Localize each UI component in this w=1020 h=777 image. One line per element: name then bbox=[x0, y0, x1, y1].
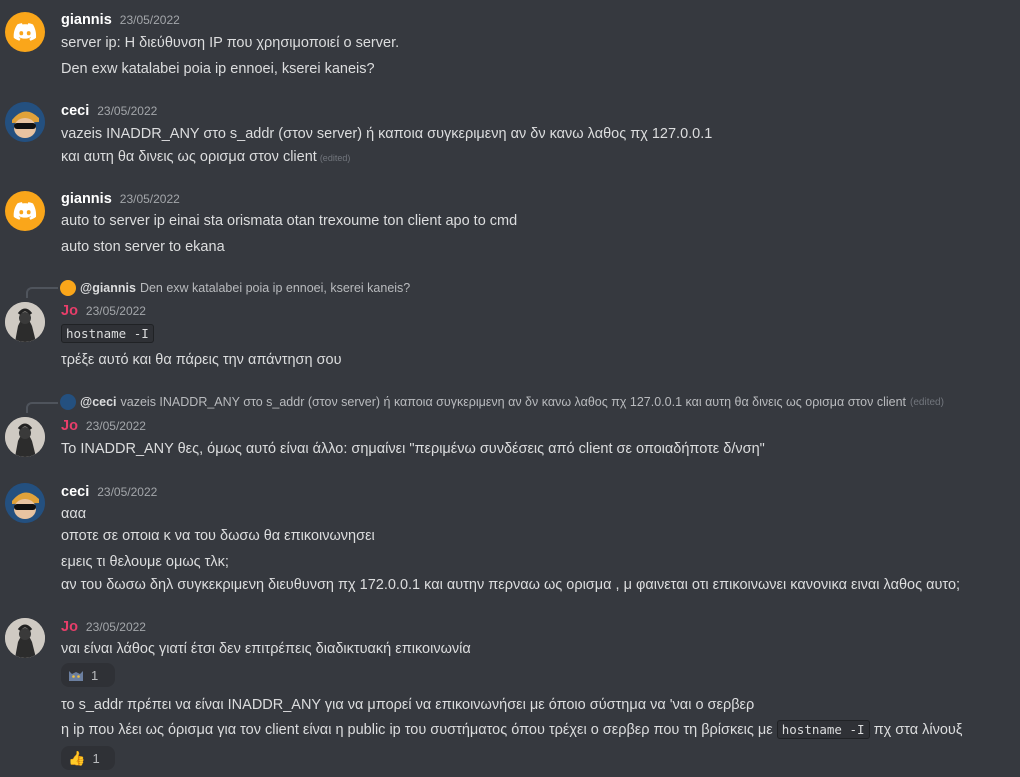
reaction-count: 1 bbox=[92, 750, 100, 766]
message-author[interactable]: Jo 23/05/2022 bbox=[61, 619, 146, 635]
avatar-giannis[interactable] bbox=[5, 12, 45, 52]
message-line: ναι είναι λάθος γιατί έτσι δεν επιτρέπει… bbox=[61, 641, 471, 657]
inline-code: hostname -I bbox=[61, 324, 154, 343]
discord-logo-icon bbox=[13, 23, 37, 41]
author-name[interactable]: Jo bbox=[61, 619, 78, 635]
ceci-avatar-image bbox=[5, 483, 45, 523]
author-name[interactable]: ceci bbox=[61, 484, 89, 500]
reply-author[interactable]: @ceci bbox=[80, 395, 117, 409]
message-line: ααα bbox=[61, 506, 87, 522]
avatar-ceci[interactable] bbox=[5, 483, 45, 523]
reaction-count: 1 bbox=[91, 667, 99, 683]
reply-author[interactable]: @giannis bbox=[80, 281, 136, 295]
message-timestamp: 23/05/2022 bbox=[119, 13, 180, 27]
message-author[interactable]: Jo 23/05/2022 bbox=[61, 418, 146, 434]
message-line: εμεις τι θελουμε ομως τλκ; bbox=[61, 554, 229, 570]
jo-avatar-image bbox=[5, 417, 45, 457]
reply-avatar-icon bbox=[60, 394, 76, 410]
reply-text[interactable]: vazeis INADDR_ANY στο s_addr (στον serve… bbox=[121, 395, 907, 409]
message-line: auto ston server to ekana bbox=[61, 239, 225, 255]
avatar-jo[interactable] bbox=[5, 302, 45, 342]
avatar-jo[interactable] bbox=[5, 618, 45, 658]
message-text: πχ στα λίνουξ bbox=[873, 722, 963, 738]
message-text: και αυτη θα δινεις ως ορισμα στον client bbox=[61, 149, 317, 165]
message-line: η ip που λέει ως όρισμα για τον client ε… bbox=[61, 720, 963, 739]
message-line: Den exw katalabei poia ip ennoei, kserei… bbox=[61, 61, 375, 77]
message-timestamp: 23/05/2022 bbox=[119, 192, 180, 206]
edited-tag: (edited) bbox=[319, 153, 351, 163]
reply-connector bbox=[26, 287, 58, 298]
author-name[interactable]: ceci bbox=[61, 103, 89, 119]
inline-code: hostname -I bbox=[776, 720, 870, 739]
message-line: server ip: Η διεύθυνση IP που χρησιμοποι… bbox=[61, 35, 400, 51]
reply-avatar-icon bbox=[60, 280, 76, 296]
author-name[interactable]: giannis bbox=[61, 191, 112, 207]
message-timestamp: 23/05/2022 bbox=[97, 104, 158, 118]
author-name[interactable]: giannis bbox=[61, 12, 112, 28]
message-text: η ip που λέει ως όρισμα για τον client ε… bbox=[61, 722, 773, 738]
message-line: hostname -I bbox=[61, 324, 154, 343]
reaction-button[interactable]: 👍 1 bbox=[61, 746, 115, 770]
message-timestamp: 23/05/2022 bbox=[97, 485, 158, 499]
message-author[interactable]: ceci 23/05/2022 bbox=[61, 484, 157, 500]
avatar-ceci[interactable] bbox=[5, 102, 45, 142]
jo-avatar-image bbox=[5, 618, 45, 658]
reply-preview[interactable]: @ceci vazeis INADDR_ANY στο s_addr (στον… bbox=[60, 394, 944, 410]
message-line: το s_addr πρέπει να είναι INADDR_ANY για… bbox=[61, 697, 755, 713]
message-line: και αυτη θα δινεις ως ορισμα στον client… bbox=[61, 149, 350, 165]
message-author[interactable]: Jo 23/05/2022 bbox=[61, 303, 146, 319]
jo-avatar-image bbox=[5, 302, 45, 342]
avatar-jo[interactable] bbox=[5, 417, 45, 457]
thumbs-up-emoji-icon: 👍 bbox=[68, 749, 86, 766]
message-author[interactable]: giannis 23/05/2022 bbox=[61, 12, 180, 28]
ceci-avatar-image bbox=[5, 102, 45, 142]
reply-preview[interactable]: @giannis Den exw katalabei poia ip ennoe… bbox=[60, 280, 410, 296]
author-name[interactable]: Jo bbox=[61, 303, 78, 319]
reply-connector bbox=[26, 402, 58, 413]
reply-text[interactable]: Den exw katalabei poia ip ennoei, kserei… bbox=[140, 281, 410, 295]
reaction-button[interactable]: 1 bbox=[61, 663, 115, 687]
message-timestamp: 23/05/2022 bbox=[85, 620, 146, 634]
message-line: Το INADDR_ANY θες, όμως αυτό είναι άλλο:… bbox=[61, 441, 765, 457]
author-name[interactable]: Jo bbox=[61, 418, 78, 434]
message-line: οποτε σε οποια κ να του δωσω θα επικοινω… bbox=[61, 528, 375, 544]
edited-tag: (edited) bbox=[910, 396, 944, 408]
message-author[interactable]: ceci 23/05/2022 bbox=[61, 103, 157, 119]
message-timestamp: 23/05/2022 bbox=[85, 304, 146, 318]
message-line: αν του δωσω δηλ συγκεκριμενη διευθυνση π… bbox=[61, 577, 961, 593]
message-line: vazeis INADDR_ANY στο s_addr (στον serve… bbox=[61, 126, 713, 142]
message-line: auto to server ip einai sta orismata ota… bbox=[61, 213, 518, 229]
message-author[interactable]: giannis 23/05/2022 bbox=[61, 191, 180, 207]
message-line: τρέξε αυτό και θα πάρεις την απάντηση σο… bbox=[61, 352, 342, 368]
message-timestamp: 23/05/2022 bbox=[85, 419, 146, 433]
cat-emoji-icon bbox=[69, 671, 83, 681]
discord-logo-icon bbox=[13, 202, 37, 220]
avatar-giannis[interactable] bbox=[5, 191, 45, 231]
